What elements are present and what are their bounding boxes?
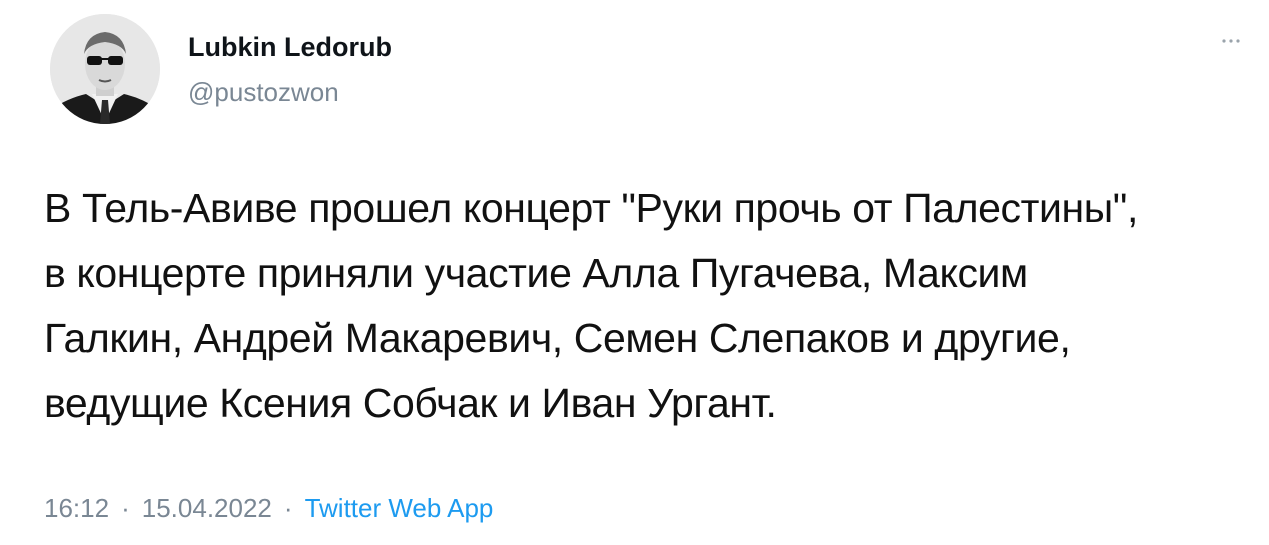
tweet-meta: 16:12 · 15.04.2022 · Twitter Web App [44, 491, 493, 525]
tweet-time[interactable]: 16:12 [44, 493, 109, 523]
tweet-text-line: В Тель-Авиве прошел концерт "Руки прочь … [44, 185, 1138, 231]
meta-separator: · [283, 493, 293, 523]
more-options-button[interactable] [1216, 30, 1246, 52]
avatar[interactable] [50, 14, 160, 124]
tweet-source-link[interactable]: Twitter Web App [305, 493, 494, 523]
more-horizontal-icon [1222, 39, 1240, 43]
profile-photo-icon [50, 14, 160, 124]
tweet-card: Lubkin Ledorub @pustozwon В Тель-Авиве п… [0, 0, 1269, 545]
meta-separator: · [121, 493, 130, 523]
tweet-text: В Тель-Авиве прошел концерт "Руки прочь … [44, 176, 1254, 436]
tweet-text-line: ведущие Ксения Собчак и Иван Ургант. [44, 380, 777, 426]
username[interactable]: @pustozwon [188, 76, 339, 108]
tweet-text-line: Галкин, Андрей Макаревич, Семен Слепаков… [44, 315, 1071, 361]
display-name[interactable]: Lubkin Ledorub [188, 30, 392, 64]
tweet-text-line: в концерте приняли участие Алла Пугачева… [44, 250, 1028, 296]
tweet-date[interactable]: 15.04.2022 [142, 493, 272, 523]
